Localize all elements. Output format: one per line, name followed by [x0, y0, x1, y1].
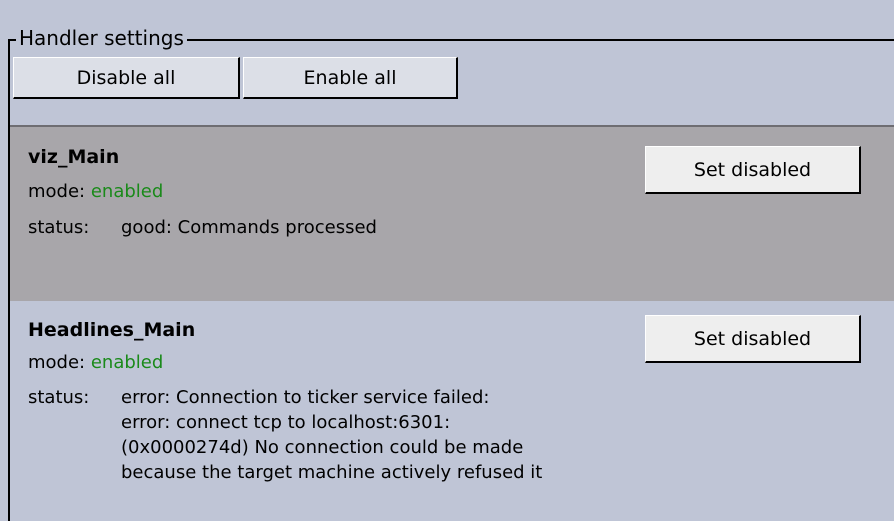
status-line: (0x0000274d) No connection could be made: [121, 437, 524, 458]
handler-settings-legend: Handler settings: [16, 25, 187, 51]
mode-label: mode:: [28, 181, 86, 202]
status-lines: good: Commands processed: [121, 215, 821, 240]
status-label: status:: [28, 387, 90, 408]
handler-panel-headlines-main: Headlines_Main mode: enabled status: err…: [10, 301, 894, 507]
set-disabled-button[interactable]: Set disabled: [645, 146, 861, 194]
handler-mode-row: mode: enabled: [28, 180, 163, 204]
status-line: good: Commands processed: [121, 217, 377, 238]
handler-name: viz_Main: [28, 146, 120, 168]
status-label: status:: [28, 217, 90, 238]
status-line: because the target machine actively refu…: [121, 462, 543, 483]
enable-all-button[interactable]: Enable all: [243, 57, 458, 99]
mode-value: enabled: [90, 181, 164, 202]
handler-mode-row: mode: enabled: [28, 351, 163, 375]
status-lines: error: Connection to ticker service fail…: [121, 385, 821, 485]
set-disabled-button[interactable]: Set disabled: [645, 315, 861, 363]
handler-name: Headlines_Main: [28, 319, 196, 341]
mode-label: mode:: [28, 352, 86, 373]
handler-panel-viz-main: viz_Main mode: enabled status: good: Com…: [10, 125, 894, 301]
status-line: error: connect tcp to localhost:6301:: [121, 412, 451, 433]
disable-all-button[interactable]: Disable all: [13, 57, 240, 99]
mode-value: enabled: [90, 352, 164, 373]
status-line: error: Connection to ticker service fail…: [121, 387, 490, 408]
